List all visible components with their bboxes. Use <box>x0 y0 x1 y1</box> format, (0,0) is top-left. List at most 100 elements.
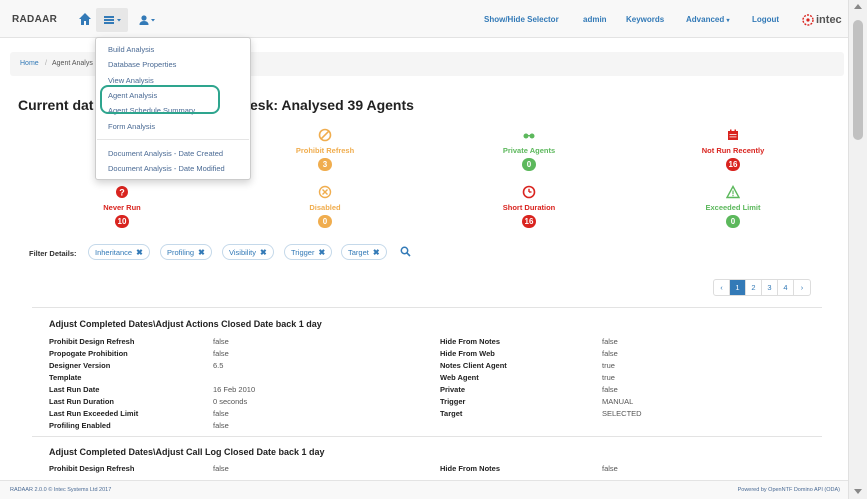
status-badge: 16 <box>521 215 537 228</box>
field-label: Hide From Notes <box>440 464 501 473</box>
status-label: Prohibit Refresh <box>295 146 355 155</box>
remove-icon[interactable]: ✖ <box>373 248 380 257</box>
status-badge: 0 <box>318 215 332 228</box>
search-icon[interactable] <box>400 246 411 257</box>
field-label: Designer Version <box>49 361 111 370</box>
status-label: Short Duration <box>502 203 556 212</box>
page-title: Current dat <box>18 97 93 113</box>
filter-details-label: Filter Details: <box>29 249 77 258</box>
breadcrumb-home-link[interactable]: Home <box>20 60 39 67</box>
footer-powered-by[interactable]: Powered by OpenNTF Domino API (ODA) <box>738 487 840 493</box>
field-label: Hide From Notes <box>440 337 501 346</box>
chip-label: Visibility <box>229 247 256 257</box>
status-label: Private Agents <box>502 146 556 155</box>
status-label: Exceeded Limit <box>705 203 761 212</box>
record-divider <box>32 307 822 308</box>
field-value: false <box>213 464 229 473</box>
analysis-menu-button[interactable] <box>96 8 128 32</box>
record-title: Adjust Completed Dates\Adjust Call Log C… <box>49 447 325 457</box>
field-value: false <box>213 337 229 346</box>
glasses-icon <box>523 133 535 139</box>
status-private-agents[interactable]: Private Agents 0 <box>474 128 584 171</box>
scroll-thumb[interactable] <box>853 20 863 140</box>
status-not-run-recently[interactable]: Not Run Recently 16 <box>678 128 788 171</box>
show-hide-selector-link[interactable]: Show/Hide Selector <box>484 15 559 24</box>
field-value: SELECTED <box>602 409 642 418</box>
home-icon[interactable] <box>78 12 92 26</box>
field-label: Notes Client Agent <box>440 361 507 370</box>
field-label: Last Run Exceeded Limit <box>49 409 139 418</box>
field-label: Profiling Enabled <box>49 421 111 430</box>
brand[interactable]: RADAAR <box>12 14 57 25</box>
advanced-menu[interactable]: Advanced ▾ <box>686 15 729 24</box>
field-value: 6.5 <box>213 361 224 370</box>
field-label: Target <box>440 409 463 418</box>
logout-link[interactable]: Logout <box>752 15 779 24</box>
pagination-prev[interactable]: ‹ <box>714 280 730 295</box>
menu-divider <box>97 139 249 140</box>
status-label: Disabled <box>309 203 341 212</box>
menu-item-database-properties[interactable]: Database Properties <box>108 60 176 69</box>
pagination-page-1[interactable]: 1 <box>730 280 746 295</box>
field-label: Propogate Prohibition <box>49 349 128 358</box>
status-prohibit-refresh[interactable]: Prohibit Refresh 3 <box>270 128 380 171</box>
scroll-down-icon[interactable] <box>854 489 862 494</box>
intec-logo: intec <box>802 12 842 28</box>
pagination-page-2[interactable]: 2 <box>746 280 762 295</box>
menu-item-view-analysis[interactable]: View Analysis <box>108 76 154 85</box>
remove-icon[interactable]: ✖ <box>198 248 205 257</box>
menu-item-form-analysis[interactable]: Form Analysis <box>108 122 155 131</box>
menu-item-document-analysis-modified[interactable]: Document Analysis - Date Modified <box>108 164 225 173</box>
record-divider <box>32 436 822 437</box>
menu-item-build-analysis[interactable]: Build Analysis <box>108 45 154 54</box>
clock-icon <box>522 185 536 199</box>
field-label: Private <box>440 385 466 394</box>
status-label: Never Run <box>103 203 141 212</box>
scroll-up-icon[interactable] <box>854 4 862 9</box>
pagination: ‹ 1 2 3 4 › <box>713 279 811 296</box>
ban-icon <box>318 128 332 142</box>
field-value: false <box>602 337 618 346</box>
analysis-dropdown-menu: Build Analysis Database Properties View … <box>95 37 251 180</box>
warning-triangle-icon <box>725 185 741 199</box>
filter-chip-target[interactable]: Target ✖ <box>341 244 387 260</box>
status-exceeded-limit[interactable]: Exceeded Limit 0 <box>678 185 788 228</box>
status-never-run[interactable]: ? Never Run 10 <box>67 185 177 228</box>
list-icon <box>104 16 121 24</box>
chip-label: Profiling <box>167 247 195 257</box>
calendar-icon <box>728 129 738 140</box>
field-value: MANUAL <box>602 397 634 406</box>
scrollbar[interactable] <box>848 0 867 499</box>
pagination-page-4[interactable]: 4 <box>778 280 794 295</box>
field-value: 16 Feb 2010 <box>213 385 256 394</box>
status-badge: 0 <box>522 158 536 171</box>
status-badge: 3 <box>318 158 332 171</box>
menu-item-document-analysis-created[interactable]: Document Analysis - Date Created <box>108 149 223 158</box>
keywords-link[interactable]: Keywords <box>626 15 664 24</box>
admin-link[interactable]: admin <box>583 15 607 24</box>
field-value: false <box>602 385 618 394</box>
filter-chip-visibility[interactable]: Visibility ✖ <box>222 244 274 260</box>
times-circle-icon <box>318 185 332 199</box>
field-value: false <box>602 464 618 473</box>
filter-chip-profiling[interactable]: Profiling ✖ <box>160 244 212 260</box>
field-value: false <box>213 409 229 418</box>
pagination-page-3[interactable]: 3 <box>762 280 778 295</box>
remove-icon[interactable]: ✖ <box>260 248 267 257</box>
remove-icon[interactable]: ✖ <box>318 248 325 257</box>
status-label: Not Run Recently <box>701 146 765 155</box>
filter-chip-trigger[interactable]: Trigger ✖ <box>284 244 333 260</box>
filter-chip-inheritance[interactable]: Inheritance ✖ <box>88 244 150 260</box>
remove-icon[interactable]: ✖ <box>136 248 143 257</box>
field-value: false <box>213 421 229 430</box>
status-disabled[interactable]: Disabled 0 <box>270 185 380 228</box>
field-label: Web Agent <box>440 373 479 382</box>
field-label: Last Run Date <box>49 385 100 394</box>
user-menu-button[interactable] <box>134 8 162 32</box>
status-short-duration[interactable]: Short Duration 16 <box>474 185 584 228</box>
pagination-next[interactable]: › <box>794 280 810 295</box>
field-value: false <box>602 349 618 358</box>
field-label: Last Run Duration <box>49 397 114 406</box>
logo-text: intec <box>816 14 842 26</box>
field-value: 0 seconds <box>213 397 248 406</box>
